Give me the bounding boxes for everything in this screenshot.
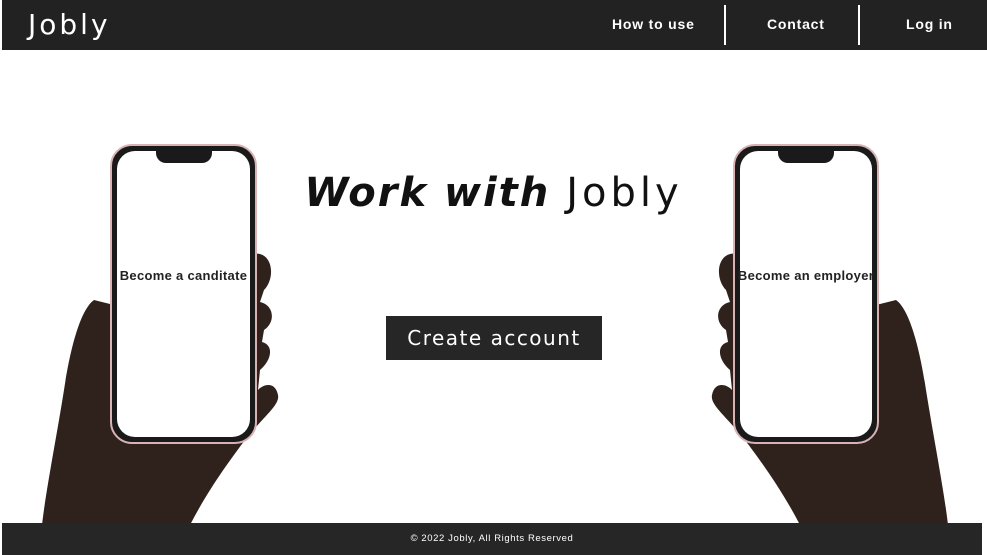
copyright-text: © 2022 Jobly, All Rights Reserved [410,533,574,544]
top-navbar: Jobly How to use Contact Log in [2,0,987,50]
nav-contact-link[interactable]: Contact [767,16,825,32]
hero-title-brand: Jobly [566,170,683,216]
nav-log-in-link[interactable]: Log in [906,16,953,32]
hero-title: Work with Jobly [0,170,987,216]
phone-notch [778,149,834,163]
phone-notch [156,149,212,163]
become-candidate-link[interactable]: Become a canditate [112,268,255,283]
nav-divider [858,5,860,45]
nav-how-to-use-link[interactable]: How to use [612,16,695,32]
hero-title-work: Work with [304,170,551,216]
logo[interactable]: Jobly [28,8,111,41]
nav-divider [724,5,726,45]
footer: © 2022 Jobly, All Rights Reserved [2,523,982,555]
create-account-button[interactable]: Create account [386,316,602,360]
become-employer-link[interactable]: Become an employer [735,268,877,283]
